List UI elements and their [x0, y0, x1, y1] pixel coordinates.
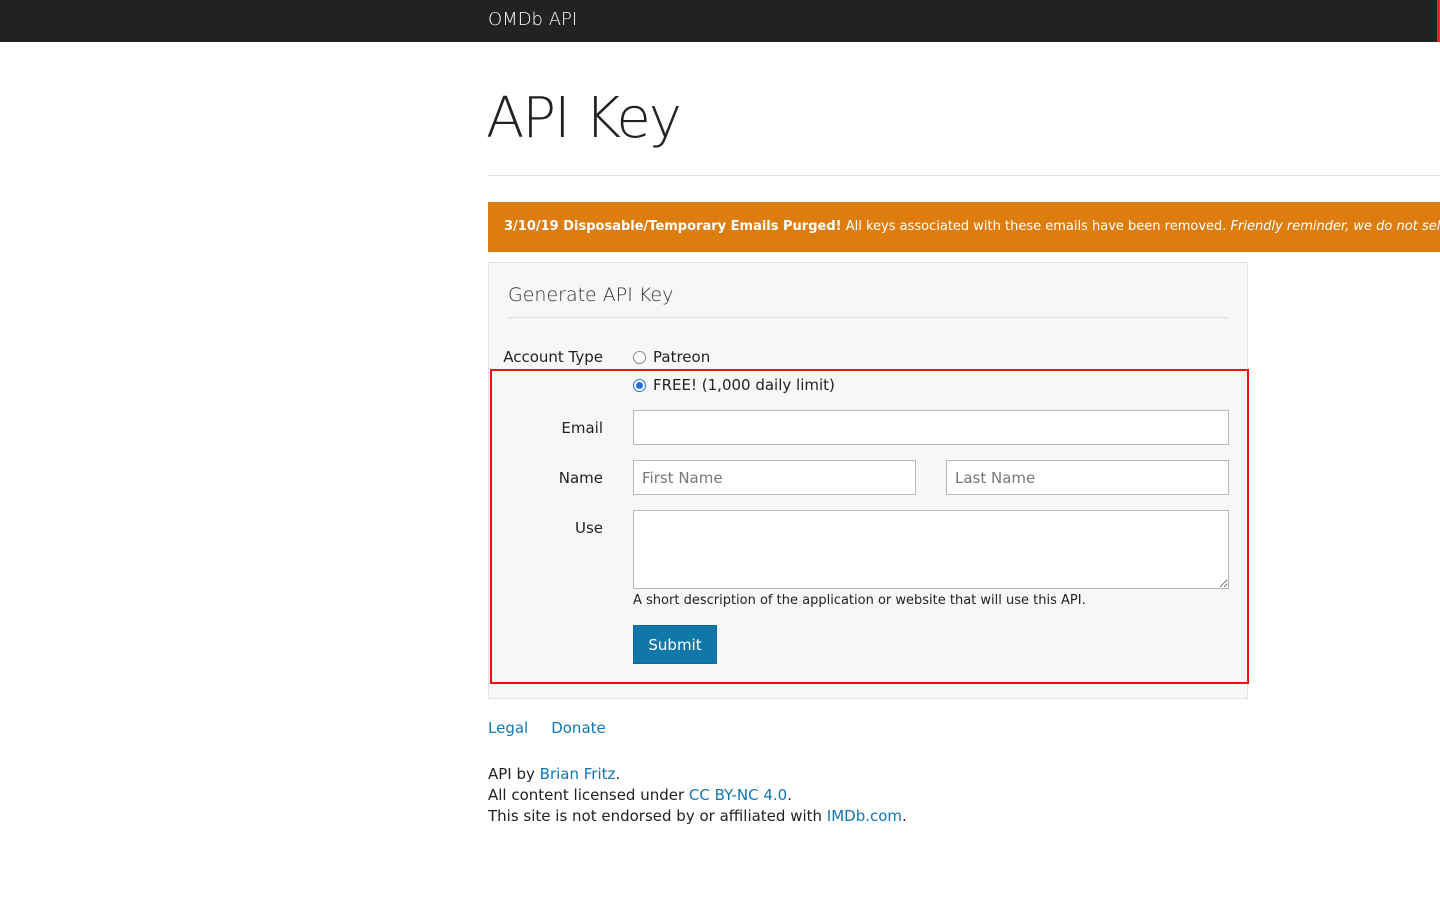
- announcement-banner: 3/10/19 Disposable/Temporary Emails Purg…: [488, 202, 1440, 252]
- generate-key-panel: Generate API Key Account Type Patreon FR…: [488, 262, 1248, 699]
- banner-headline: 3/10/19 Disposable/Temporary Emails Purg…: [504, 219, 842, 234]
- author-link[interactable]: Brian Fritz: [540, 765, 616, 783]
- free-radio-label: FREE! (1,000 daily limit): [653, 376, 835, 394]
- credit-line-license: All content licensed under CC BY-NC 4.0.: [488, 785, 907, 806]
- radio-option-patreon[interactable]: Patreon: [633, 348, 710, 366]
- patreon-radio[interactable]: [633, 350, 646, 364]
- license-prefix: All content licensed under: [488, 786, 689, 804]
- radio-option-free[interactable]: FREE! (1,000 daily limit): [633, 376, 835, 394]
- email-label: Email: [561, 419, 603, 437]
- submit-button[interactable]: Submit: [633, 625, 717, 664]
- name-label: Name: [558, 469, 603, 487]
- legal-link[interactable]: Legal: [488, 719, 528, 737]
- credit-period: .: [615, 765, 621, 783]
- legend-divider: [508, 317, 1228, 318]
- free-radio[interactable]: [633, 378, 646, 392]
- patreon-radio-label: Patreon: [653, 348, 711, 366]
- footer-links: Legal Donate: [488, 719, 606, 737]
- donate-link[interactable]: Donate: [551, 719, 606, 737]
- credit-line-author: API by Brian Fritz.: [488, 764, 907, 785]
- use-description-textarea[interactable]: [633, 510, 1229, 589]
- page-title: API Key: [486, 86, 682, 151]
- footer-credits: API by Brian Fritz. All content licensed…: [488, 764, 907, 827]
- email-field[interactable]: [633, 410, 1229, 445]
- license-link[interactable]: CC BY-NC 4.0: [689, 786, 787, 804]
- brand-link[interactable]: OMDb API: [488, 9, 577, 30]
- form-legend: Generate API Key: [508, 284, 674, 306]
- last-name-field[interactable]: [946, 460, 1229, 495]
- account-type-label: Account Type: [503, 348, 603, 366]
- top-navbar: OMDb API: [0, 0, 1440, 42]
- banner-text: All keys associated with these emails ha…: [841, 219, 1231, 234]
- title-divider: [488, 175, 1440, 176]
- banner-reminder: Friendly reminder, we do not sell or sha…: [1230, 219, 1440, 234]
- endorse-period: .: [902, 807, 907, 825]
- imdb-link[interactable]: IMDb.com: [827, 807, 902, 825]
- credit-author-prefix: API by: [488, 765, 540, 783]
- credit-line-endorse: This site is not endorsed by or affiliat…: [488, 806, 907, 827]
- endorse-prefix: This site is not endorsed by or affiliat…: [488, 807, 827, 825]
- license-period: .: [787, 786, 793, 804]
- use-label: Use: [574, 519, 603, 537]
- use-help-text: A short description of the application o…: [633, 593, 1086, 608]
- first-name-field[interactable]: [633, 460, 916, 495]
